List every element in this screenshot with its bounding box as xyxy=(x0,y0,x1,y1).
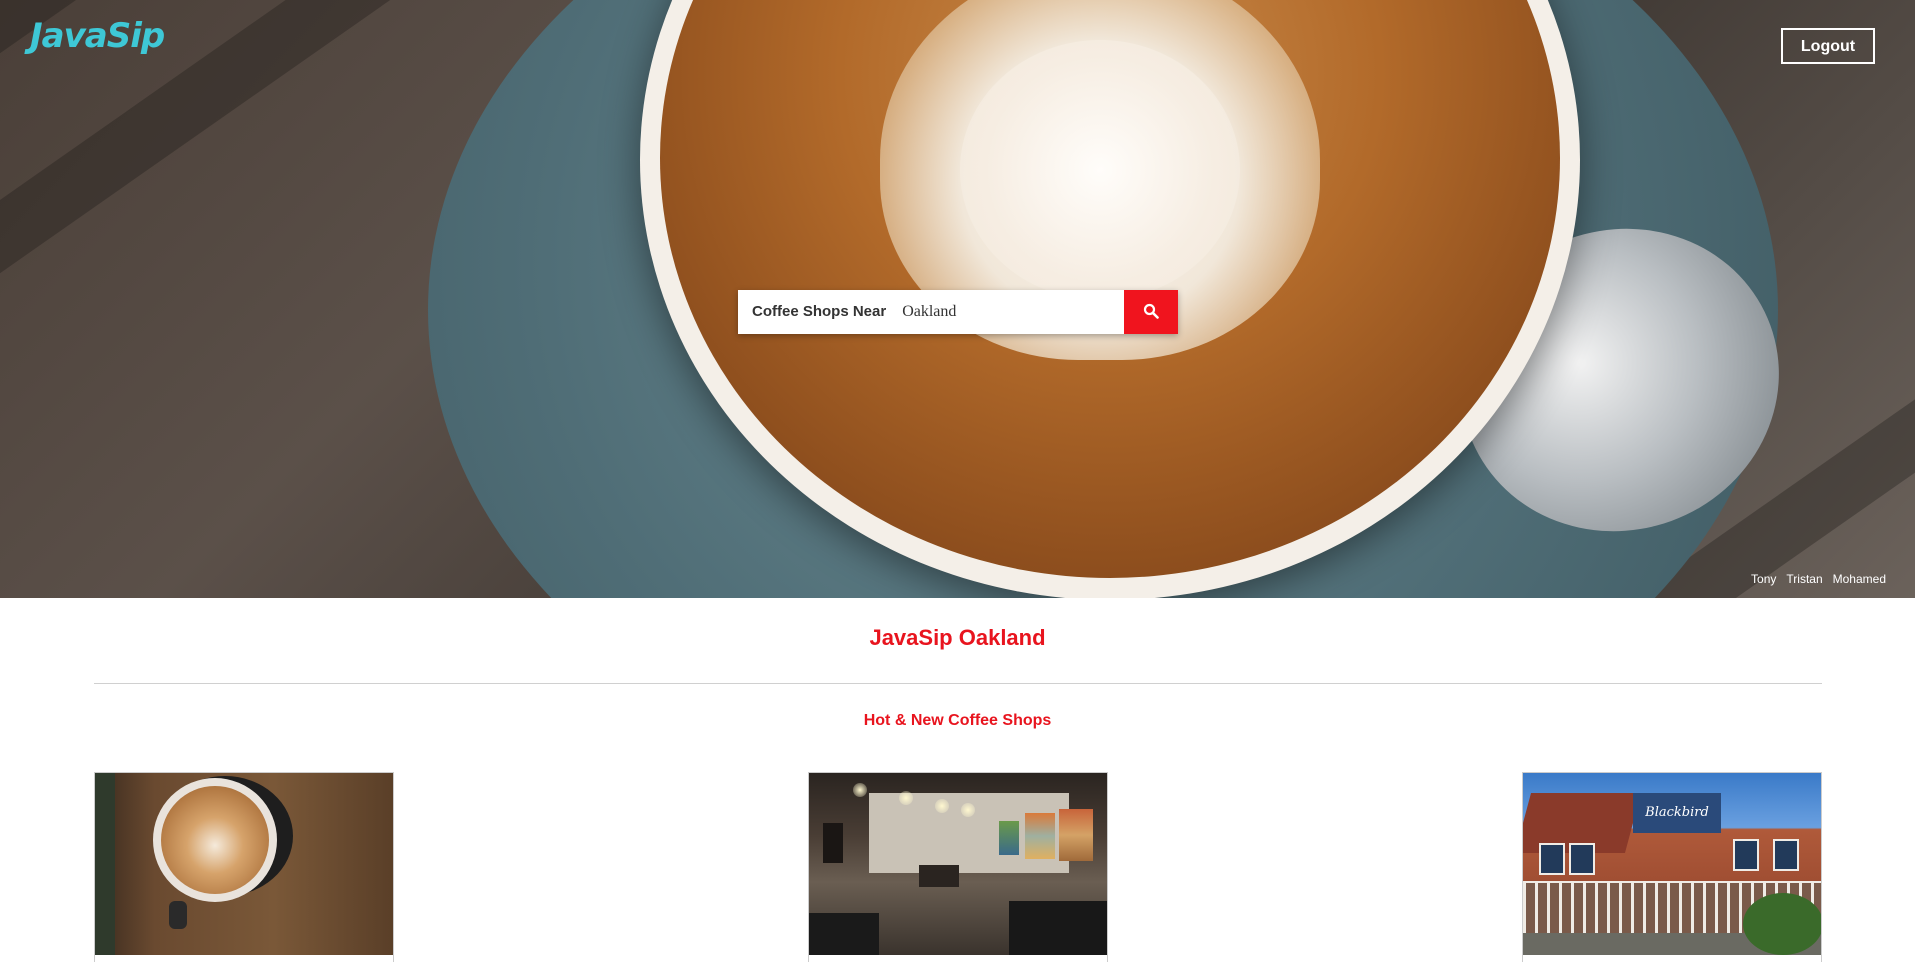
blackbird-sign-logo: Blackbird xyxy=(1633,793,1721,833)
search-label: Coffee Shops Near xyxy=(752,303,887,320)
app-logo[interactable]: JavaSip xyxy=(30,16,165,56)
logout-button[interactable]: Logout xyxy=(1781,28,1875,64)
hero-latte-art xyxy=(960,40,1240,300)
divider xyxy=(94,683,1822,684)
location-search-input[interactable] xyxy=(896,290,1124,334)
coffee-shop-card[interactable]: Blackbird xyxy=(1522,772,1822,962)
coffee-shop-photo[interactable]: Blackbird xyxy=(1523,773,1821,955)
search-button[interactable] xyxy=(1124,290,1178,334)
hero-banner: JavaSip Logout Coffee Shops Near Tony Tr… xyxy=(0,0,1915,598)
coffee-shop-photo[interactable] xyxy=(809,773,1107,955)
section-title: Hot & New Coffee Shops xyxy=(863,712,1052,729)
credits: Tony Tristan Mohamed xyxy=(1751,572,1886,586)
search-icon xyxy=(1143,303,1159,322)
coffee-shop-card[interactable] xyxy=(94,772,394,962)
coffee-shop-card[interactable] xyxy=(808,772,1108,962)
search-bar: Coffee Shops Near xyxy=(738,290,1178,334)
coffee-shop-photo[interactable] xyxy=(95,773,393,955)
credit-name: Mohamed xyxy=(1832,572,1886,586)
credit-name: Tony xyxy=(1751,572,1777,586)
credit-name: Tristan xyxy=(1786,572,1823,586)
page-title: JavaSip Oakland xyxy=(869,625,1046,650)
